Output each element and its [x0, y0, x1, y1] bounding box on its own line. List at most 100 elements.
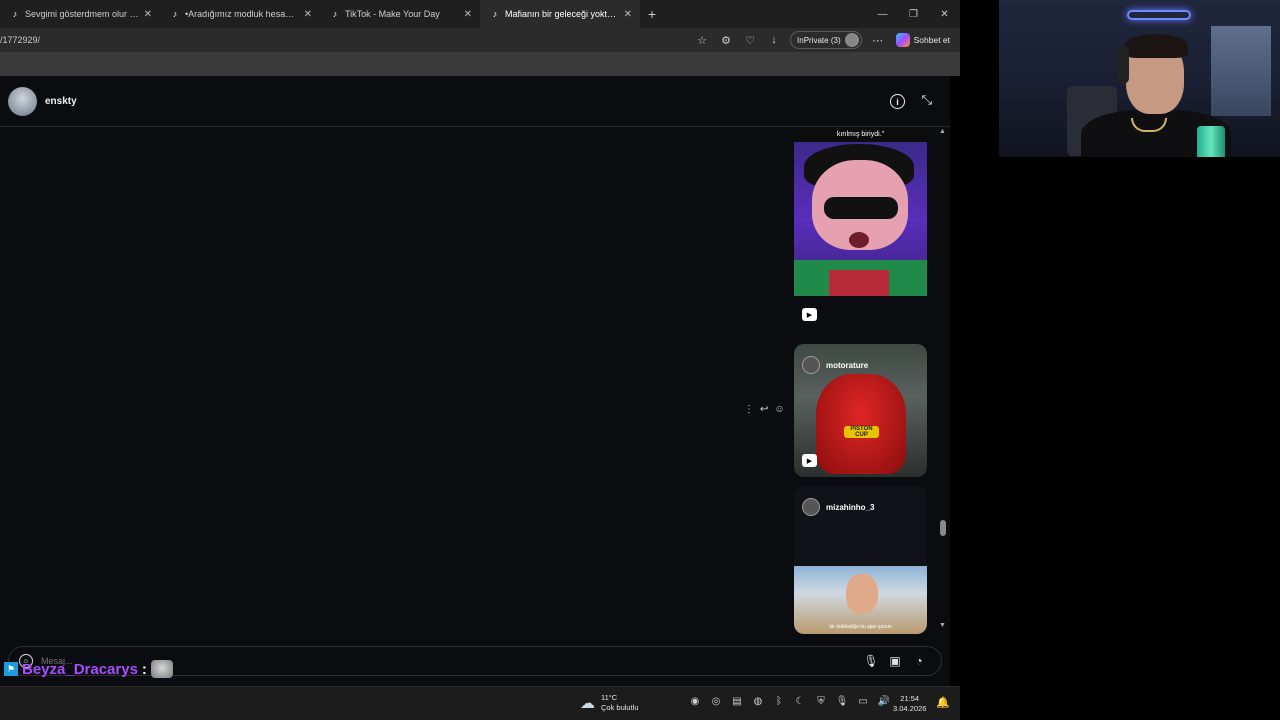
browser-tab-strip: ♪ Sevgimi gösterdmem olur biter.. #y ✕ ♪…: [0, 0, 960, 28]
shared-reel-2[interactable]: PISTON CUP motorature ▶: [794, 344, 927, 477]
cartoon-mask: [824, 197, 898, 219]
reply-icon[interactable]: ↩: [760, 404, 768, 415]
new-tab-button[interactable]: +: [640, 0, 664, 28]
image-upload-icon[interactable]: ▣: [883, 651, 907, 671]
reel-play-icon: ▶: [802, 454, 817, 467]
tab-title: Sevgimi gösterdmem olur biter.. #y: [25, 9, 139, 19]
instagram-dm-page: enskty i ⤡ ▲ ▼ kırılmış biriydi." ▶ ⋮ ↩ …: [0, 76, 950, 686]
close-tab-icon[interactable]: ✕: [304, 9, 312, 20]
clock-date: 3.04.2026: [893, 704, 927, 713]
reel-footer: ▶: [794, 296, 927, 333]
tiktok-icon: ♪: [332, 9, 338, 19]
cartoon-mouth: [849, 232, 869, 248]
profile-avatar-icon: [844, 33, 859, 47]
browser-tab-2[interactable]: ♪ •Aradığımız modluk hesab. #viking ✕: [160, 0, 320, 28]
collapse-icon[interactable]: ⤡: [922, 92, 932, 108]
restore-icon[interactable]: ❐: [898, 0, 929, 28]
close-tab-icon[interactable]: ✕: [144, 9, 152, 20]
tiktok-icon: ♪: [492, 9, 498, 19]
tiktok-icon: ♪: [172, 9, 178, 19]
notification-bell-icon[interactable]: 🔔: [936, 696, 950, 709]
tray-app-icon[interactable]: ◍: [751, 696, 765, 707]
copilot-icon: [895, 33, 910, 47]
reel-author: mizahinho_3: [802, 498, 874, 516]
chat-badge-icon: ⚑: [4, 662, 18, 676]
scrollbar[interactable]: ▲ ▼: [936, 128, 950, 634]
chat-username[interactable]: enskty: [45, 96, 77, 107]
stream-chat-message: ⚑ Beyza_Dracarys :: [4, 660, 173, 678]
more-menu-icon[interactable]: ⋯: [866, 30, 890, 50]
windows-taskbar: ☁ 11°C Çok bulutlu ◉ ◎ ▤ ◍ ᛒ ☾ ⛨ 🎙 ▭ 🔊 2…: [0, 686, 960, 720]
reel-author-name[interactable]: mizahinho_3: [826, 503, 874, 512]
shared-reel-3[interactable]: mizahinho_3 bir dakikalığa bu ajan şunun: [794, 486, 927, 634]
shield-icon[interactable]: ⛨: [814, 696, 828, 707]
more-options-icon[interactable]: ⋮: [744, 404, 754, 415]
sticker-icon[interactable]: ◔: [907, 651, 931, 671]
tiktok-icon: ♪: [12, 9, 18, 19]
reel-author-avatar: [802, 356, 820, 374]
shared-reel-1[interactable]: kırılmış biriydi." ▶: [794, 128, 927, 333]
download-icon[interactable]: ↓: [762, 30, 786, 50]
system-tray: ◉ ◎ ▤ ◍ ᛒ ☾ ⛨ 🎙 ▭ 🔊: [688, 696, 891, 707]
cartoon-shirt: [829, 270, 889, 296]
avatar[interactable]: [8, 86, 37, 116]
screen: ♪ Sevgimi gösterdmem olur biter.. #y ✕ ♪…: [0, 0, 1280, 720]
inprivate-button[interactable]: InPrivate (3): [790, 31, 862, 49]
extensions-icon[interactable]: ⚙: [714, 30, 738, 50]
red-car-image: [816, 374, 906, 474]
streamer-hair: [1124, 34, 1188, 58]
temperature: 11°C: [601, 693, 618, 702]
network-icon[interactable]: ▭: [856, 696, 870, 707]
inprivate-label: InPrivate (3): [797, 35, 841, 45]
close-tab-icon[interactable]: ✕: [624, 9, 632, 20]
weather-condition: Çok bulutlu: [601, 703, 639, 712]
copilot-label: Sohbet et: [913, 35, 950, 45]
tray-app-icon[interactable]: ◉: [688, 696, 702, 707]
tab-title: Mafianın bir geleceği yoktur.#keşfi: [505, 9, 619, 19]
tray-app-icon[interactable]: ◎: [709, 696, 723, 707]
close-tab-icon[interactable]: ✕: [464, 9, 472, 20]
taskbar-clock[interactable]: 21:54 3.04.2026: [893, 694, 926, 714]
chat-header: enskty i ⤡: [0, 76, 950, 127]
reel-author-name[interactable]: motorature: [826, 361, 868, 370]
tray-app-icon[interactable]: ▤: [730, 696, 744, 707]
scroll-up-icon[interactable]: ▲: [939, 128, 946, 135]
headphones-icon: [1117, 46, 1129, 84]
close-window-icon[interactable]: ✕: [929, 0, 960, 28]
tray-app-icon[interactable]: ☾: [793, 696, 807, 707]
url-field[interactable]: /1772929/: [0, 35, 690, 45]
favorite-star-icon[interactable]: ☆: [690, 30, 714, 50]
cloud-icon: ☁: [580, 695, 595, 712]
minimize-icon[interactable]: —: [867, 0, 898, 28]
tab-title: TikTok - Make Your Day: [345, 9, 440, 19]
clock-time: 21:54: [900, 694, 920, 703]
address-bar: /1772929/ ☆ ⚙ ♡ ↓ InPrivate (3) ⋯ Sohbet…: [0, 28, 960, 52]
favorites-bar: [0, 52, 960, 76]
chat-username: Beyza_Dracarys: [22, 660, 138, 678]
volume-icon[interactable]: 🔊: [877, 696, 891, 707]
copilot-button[interactable]: Sohbet et: [890, 33, 956, 47]
browser-tab-4[interactable]: ♪ Mafianın bir geleceği yoktur.#keşfi ✕: [480, 0, 640, 28]
background-window: [1211, 26, 1271, 116]
microphone-icon[interactable]: 🎙: [835, 696, 849, 707]
info-icon[interactable]: i: [890, 94, 905, 109]
cat-emote-icon: [150, 660, 173, 678]
scroll-thumb[interactable]: [940, 520, 946, 536]
performance-icon[interactable]: ♡: [738, 30, 762, 50]
scroll-down-icon[interactable]: ▼: [939, 622, 946, 629]
piston-cup-badge: PISTON CUP: [844, 426, 879, 438]
window-controls: — ❐ ✕: [867, 0, 960, 28]
browser-tab-3[interactable]: ♪ TikTok - Make Your Day ✕: [320, 0, 480, 28]
bluetooth-icon[interactable]: ᛒ: [772, 696, 786, 707]
message-actions: ⋮ ↩ ☺: [744, 404, 785, 415]
browser-tab-1[interactable]: ♪ Sevgimi gösterdmem olur biter.. #y ✕: [0, 0, 160, 28]
reel-subtitle: bir dakikalığa bu ajan şunun: [829, 624, 892, 630]
reel-play-icon: ▶: [802, 308, 817, 321]
reel-thumbnail: bir dakikalığa bu ajan şunun: [794, 566, 927, 634]
weather-text: 11°C Çok bulutlu: [601, 693, 639, 713]
weather-widget[interactable]: ☁ 11°C Çok bulutlu: [580, 693, 639, 713]
person-face: [846, 574, 878, 614]
microphone-icon[interactable]: 🎙: [859, 651, 883, 671]
reel-author: motorature: [802, 356, 868, 374]
react-emoji-icon[interactable]: ☺: [774, 404, 784, 415]
